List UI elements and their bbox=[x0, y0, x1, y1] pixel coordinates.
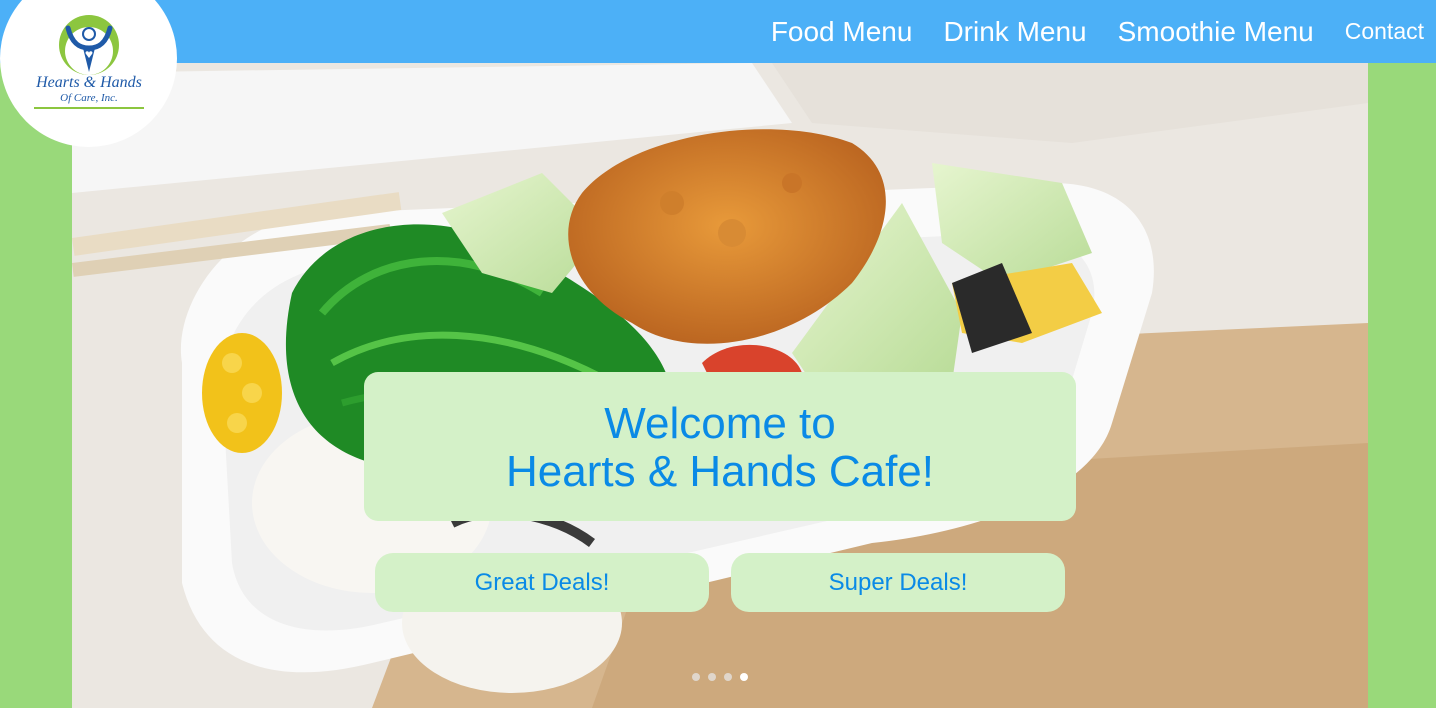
super-deals-button[interactable]: Super Deals! bbox=[731, 553, 1065, 612]
slide-dot-2[interactable] bbox=[708, 673, 716, 681]
nav-food-menu[interactable]: Food Menu bbox=[771, 0, 913, 63]
logo-text-name: Hearts & Hands bbox=[36, 74, 142, 91]
slide-indicators bbox=[692, 673, 748, 681]
welcome-line-1: Welcome to bbox=[604, 399, 836, 448]
top-nav-bar: Food Menu Drink Menu Smoothie Menu Conta… bbox=[0, 0, 1436, 63]
slide-dot-1[interactable] bbox=[692, 673, 700, 681]
main-nav: Food Menu Drink Menu Smoothie Menu Conta… bbox=[740, 0, 1424, 63]
hearts-hands-emblem-icon bbox=[59, 15, 119, 75]
slide-dot-3[interactable] bbox=[724, 673, 732, 681]
nav-contact[interactable]: Contact bbox=[1345, 0, 1424, 63]
page: Food Menu Drink Menu Smoothie Menu Conta… bbox=[0, 0, 1436, 708]
slide-dot-4[interactable] bbox=[740, 673, 748, 681]
nav-smoothie-menu[interactable]: Smoothie Menu bbox=[1118, 0, 1314, 63]
nav-drink-menu[interactable]: Drink Menu bbox=[943, 0, 1086, 63]
welcome-line-2: Hearts & Hands Cafe! bbox=[506, 447, 934, 496]
logo-text-tagline: Of Care, Inc. bbox=[60, 92, 118, 104]
hero-slider: Welcome to Hearts & Hands Cafe! Great De… bbox=[72, 63, 1368, 708]
logo-underline bbox=[34, 107, 144, 109]
welcome-card: Welcome to Hearts & Hands Cafe! bbox=[364, 372, 1076, 521]
great-deals-button[interactable]: Great Deals! bbox=[375, 553, 709, 612]
